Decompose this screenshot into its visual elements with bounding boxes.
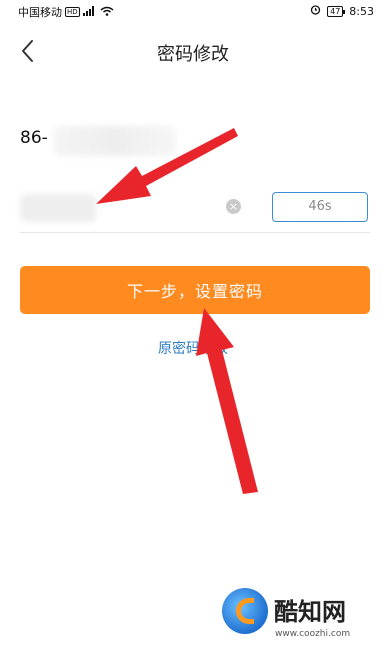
- status-bar: 中国移动 HD 47 8:53: [0, 0, 386, 22]
- old-password-change-link[interactable]: 原密码修改: [0, 338, 386, 358]
- alarm-icon: [310, 4, 321, 18]
- page-title: 密码修改: [157, 44, 229, 65]
- old-password-link-label[interactable]: 原密码修改: [158, 341, 228, 357]
- verification-code-row: × 46s: [20, 186, 370, 233]
- annotation-arrows: [96, 128, 258, 494]
- watermark-url: www.coozhi.com: [275, 629, 351, 639]
- watermark-name: 酷知网: [274, 598, 346, 626]
- signal-icon: [82, 5, 97, 19]
- wifi-icon: [100, 6, 114, 19]
- phone-number-row: 86-: [20, 124, 366, 158]
- annotation-arrow-bottom: [196, 308, 258, 494]
- status-right: 47 8:53: [310, 4, 374, 18]
- verification-code-input[interactable]: [20, 194, 96, 222]
- carrier-label: 中国移动: [18, 6, 62, 19]
- battery-icon: 47: [327, 5, 346, 17]
- header: 密码修改: [0, 28, 386, 76]
- next-set-password-button[interactable]: 下一步，设置密码: [20, 266, 370, 314]
- coozhi-logo-icon: [222, 588, 268, 634]
- blurred-phone-number: [54, 126, 176, 156]
- status-left: 中国移动 HD: [18, 4, 114, 20]
- country-code-prefix: 86-: [20, 128, 48, 148]
- resend-countdown-button[interactable]: 46s: [272, 192, 368, 222]
- clock-time: 8:53: [349, 4, 374, 18]
- close-circle-icon[interactable]: ×: [226, 199, 241, 214]
- hd-badge: HD: [65, 7, 80, 17]
